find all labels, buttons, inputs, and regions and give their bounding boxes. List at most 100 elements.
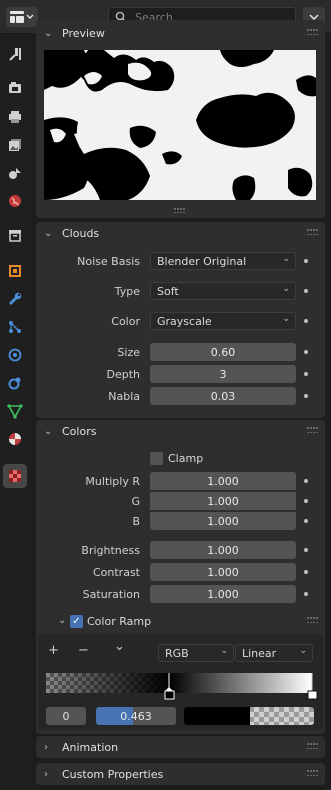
clamp-checkbox[interactable] (150, 452, 163, 465)
colors-title: Colors (62, 424, 97, 438)
keyframe-dot-icon[interactable] (304, 289, 308, 293)
ramp-color-mode-dropdown[interactable]: RGB ⌄ (158, 644, 234, 662)
type-dropdown[interactable]: Soft ⌄ (150, 282, 296, 300)
drag-handle-icon[interactable] (307, 770, 318, 778)
size-field[interactable]: 0.60 (150, 343, 296, 361)
output-tab[interactable] (3, 105, 27, 129)
color-ramp-checkbox[interactable]: ✓ (70, 615, 83, 628)
keyframe-dot-icon[interactable] (304, 350, 308, 354)
orange-square-icon (9, 265, 21, 277)
globe-icon (9, 195, 21, 207)
keyframe-dot-icon[interactable] (304, 259, 308, 263)
material-tab[interactable] (3, 427, 27, 451)
keyframe-dot-icon[interactable] (304, 592, 308, 596)
color-label: Color (111, 315, 140, 328)
clouds-noise-preview (44, 50, 316, 200)
contrast-label: Contrast (92, 566, 140, 579)
drag-handle-icon[interactable] (307, 29, 318, 37)
drag-handle-icon[interactable] (307, 427, 318, 435)
saturation-field[interactable]: 1.000 (150, 585, 296, 603)
collection-tab[interactable] (3, 223, 27, 247)
scene-tab[interactable] (3, 161, 27, 185)
keyframe-dot-icon[interactable] (304, 548, 308, 552)
preview-panel-header[interactable]: ⌄ Preview (36, 22, 325, 44)
animation-panel-header[interactable]: › Animation (36, 736, 325, 758)
resize-handle-icon[interactable] (174, 208, 186, 214)
camera-back-icon (9, 82, 21, 93)
depth-field[interactable]: 3 (150, 365, 296, 383)
color-ramp-gradient[interactable] (46, 673, 318, 703)
checker-texture-icon (9, 470, 21, 482)
wrench-icon (8, 292, 22, 306)
clouds-title: Clouds (62, 226, 100, 240)
drag-handle-icon[interactable] (307, 617, 318, 625)
clouds-panel-header[interactable]: ⌄ Clouds (36, 222, 325, 244)
saturation-label: Saturation (82, 588, 140, 601)
keyframe-dot-icon[interactable] (304, 372, 308, 376)
ramp-active-index-field[interactable]: 0 (46, 707, 86, 725)
view-layer-tab[interactable] (3, 133, 27, 157)
contrast-field[interactable]: 1.000 (150, 563, 296, 581)
chevron-down-icon: ⌄ (44, 425, 53, 437)
type-label: Type (114, 285, 140, 298)
keyframe-dot-icon[interactable] (304, 319, 308, 323)
custom-properties-panel-header[interactable]: › Custom Properties (36, 763, 325, 785)
render-tab[interactable] (3, 76, 27, 100)
custom-properties-title: Custom Properties (62, 767, 164, 781)
add-stop-button[interactable]: + (48, 643, 59, 658)
animation-panel[interactable]: › Animation (36, 736, 325, 758)
keyframe-dot-icon[interactable] (304, 499, 308, 503)
animation-title: Animation (62, 740, 119, 754)
chevron-down-icon: ⌄ (220, 646, 228, 656)
custom-properties-panel[interactable]: › Custom Properties (36, 763, 325, 785)
size-label: Size (117, 346, 140, 359)
keyframe-dot-icon[interactable] (304, 570, 308, 574)
box-icon (9, 230, 21, 242)
nabla-field[interactable]: 0.03 (150, 387, 296, 405)
brightness-field[interactable]: 1.000 (150, 541, 296, 559)
physics-tab[interactable] (3, 343, 27, 367)
texture-tab[interactable] (3, 464, 27, 488)
chevron-down-icon: ⌄ (44, 227, 53, 239)
keyframe-dot-icon[interactable] (304, 519, 308, 523)
multiply-r-field[interactable]: 1.000 (150, 472, 296, 490)
ramp-color-swatch-graphic (184, 707, 314, 725)
keyframe-dot-icon[interactable] (304, 394, 308, 398)
world-tab[interactable] (3, 189, 27, 213)
modifier-tab[interactable] (3, 287, 27, 311)
properties-tab-strip (0, 34, 30, 790)
triangle-mesh-icon (7, 404, 23, 419)
printer-icon (9, 111, 21, 123)
remove-stop-button[interactable]: − (78, 643, 89, 658)
data-tab[interactable] (3, 399, 27, 423)
tool-tab[interactable] (3, 42, 27, 66)
ramp-stop-color-swatch[interactable] (184, 707, 314, 725)
editor-type-menu[interactable] (6, 7, 38, 27)
noise-basis-value: Blender Original (157, 254, 247, 268)
color-dropdown[interactable]: Grayscale ⌄ (150, 312, 296, 330)
ramp-interpolation-dropdown[interactable]: Linear ⌄ (235, 644, 313, 662)
preview-panel: ⌄ Preview (36, 20, 325, 218)
drag-handle-icon[interactable] (307, 229, 318, 237)
colors-panel-header[interactable]: ⌄ Colors (36, 420, 325, 442)
constraints-tab[interactable] (3, 371, 27, 395)
keyframe-dot-icon[interactable] (304, 479, 308, 483)
drag-handle-icon[interactable] (307, 743, 318, 751)
chevron-down-icon: ⌄ (282, 314, 290, 324)
image-stack-icon (9, 139, 21, 151)
ramp-menu-button[interactable]: ⌄ (114, 639, 125, 654)
multiply-g-field[interactable]: 1.000 (150, 492, 296, 510)
chevron-down-icon: ⌄ (299, 646, 307, 656)
multiply-b-label: B (132, 515, 140, 528)
noise-basis-dropdown[interactable]: Blender Original ⌄ (150, 252, 296, 270)
chevron-down-icon[interactable]: ⌄ (58, 615, 70, 626)
ramp-color-mode-value: RGB (165, 646, 189, 660)
chevron-right-icon: › (44, 768, 48, 780)
multiply-g-label: G (131, 495, 140, 508)
ramp-position-field[interactable]: 0.463 (96, 707, 176, 725)
physics-orbit-icon (8, 348, 22, 362)
object-tab[interactable] (3, 259, 27, 283)
multiply-b-field[interactable]: 1.000 (150, 512, 296, 530)
nabla-label: Nabla (108, 390, 140, 403)
particles-tab[interactable] (3, 315, 27, 339)
